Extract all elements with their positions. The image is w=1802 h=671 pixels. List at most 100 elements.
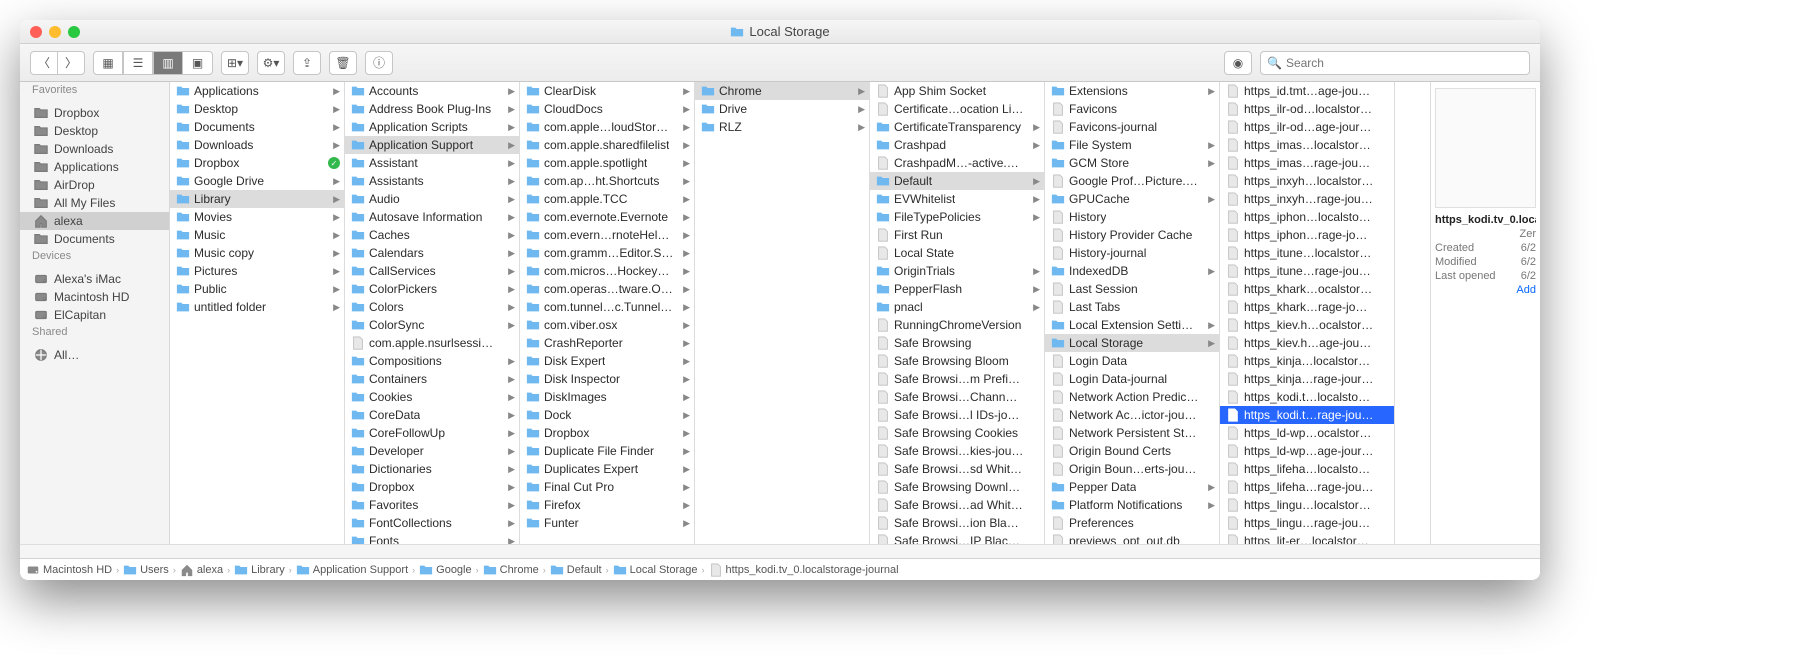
- list-item[interactable]: Safe Browsi…ad Whitelist: [870, 496, 1044, 514]
- list-item[interactable]: com.gramm…Editor.ShipIt▶: [520, 244, 694, 262]
- list-item[interactable]: Accounts▶: [345, 82, 519, 100]
- list-item[interactable]: Address Book Plug-Ins▶: [345, 100, 519, 118]
- list-item[interactable]: CoreFollowUp▶: [345, 424, 519, 442]
- list-item[interactable]: Login Data-journal: [1045, 370, 1219, 388]
- list-item[interactable]: Safe Browsing Cookies: [870, 424, 1044, 442]
- list-item[interactable]: PepperFlash▶: [870, 280, 1044, 298]
- breadcrumb-item[interactable]: alexa: [180, 563, 223, 577]
- list-item[interactable]: com.apple.spotlight▶: [520, 154, 694, 172]
- list-item[interactable]: Calendars▶: [345, 244, 519, 262]
- search-field[interactable]: 🔍: [1260, 51, 1530, 75]
- list-item[interactable]: CoreData▶: [345, 406, 519, 424]
- list-item[interactable]: Compositions▶: [345, 352, 519, 370]
- sidebar-item-elcapitan[interactable]: ElCapitan: [20, 306, 169, 324]
- list-item[interactable]: Audio▶: [345, 190, 519, 208]
- list-item[interactable]: EVWhitelist▶: [870, 190, 1044, 208]
- list-item[interactable]: https_kiev.h…ocalstorage: [1220, 316, 1394, 334]
- sidebar-item-all-[interactable]: All…: [20, 346, 169, 364]
- search-input[interactable]: [1286, 56, 1523, 70]
- list-item[interactable]: https_itune…rage-journal: [1220, 262, 1394, 280]
- action-button[interactable]: ⚙▾: [257, 51, 285, 75]
- list-item[interactable]: Public▶: [170, 280, 344, 298]
- list-item[interactable]: App Shim Socket: [870, 82, 1044, 100]
- list-item[interactable]: Safe Browsi…kies-journal: [870, 442, 1044, 460]
- list-item[interactable]: Caches▶: [345, 226, 519, 244]
- list-item[interactable]: Login Data: [1045, 352, 1219, 370]
- list-item[interactable]: https_lingu…localstorage: [1220, 496, 1394, 514]
- list-item[interactable]: Safe Browsi…IP Blacklist: [870, 532, 1044, 544]
- list-item[interactable]: com.apple.nsurlsessiond: [345, 334, 519, 352]
- list-item[interactable]: com.viber.osx▶: [520, 316, 694, 334]
- list-item[interactable]: https_iphon…rage-journal: [1220, 226, 1394, 244]
- quicklook-button[interactable]: ◉: [1224, 51, 1252, 75]
- list-item[interactable]: GPUCache▶: [1045, 190, 1219, 208]
- list-item[interactable]: DiskImages▶: [520, 388, 694, 406]
- list-item[interactable]: RLZ▶: [695, 118, 869, 136]
- list-item[interactable]: Last Session: [1045, 280, 1219, 298]
- list-item[interactable]: CloudDocs▶: [520, 100, 694, 118]
- list-item[interactable]: Safe Browsing: [870, 334, 1044, 352]
- list-item[interactable]: previews_opt_out.db: [1045, 532, 1219, 544]
- list-item[interactable]: Default▶: [870, 172, 1044, 190]
- list-item[interactable]: FontCollections▶: [345, 514, 519, 532]
- list-item[interactable]: Disk Expert▶: [520, 352, 694, 370]
- list-item[interactable]: First Run: [870, 226, 1044, 244]
- list-item[interactable]: Application Support▶: [345, 136, 519, 154]
- list-item[interactable]: Last Tabs: [1045, 298, 1219, 316]
- list-item[interactable]: https_iphon…localstorage: [1220, 208, 1394, 226]
- list-item[interactable]: Pictures▶: [170, 262, 344, 280]
- list-item[interactable]: com.evern…rnoteHelper▶: [520, 226, 694, 244]
- sidebar-item-downloads[interactable]: Downloads: [20, 140, 169, 158]
- list-item[interactable]: Local State: [870, 244, 1044, 262]
- list-item[interactable]: RunningChromeVersion: [870, 316, 1044, 334]
- minimize-icon[interactable]: [49, 26, 61, 38]
- list-item[interactable]: com.apple.TCC▶: [520, 190, 694, 208]
- horizontal-scrollbar[interactable]: [20, 544, 1540, 558]
- list-item[interactable]: FileTypePolicies▶: [870, 208, 1044, 226]
- list-item[interactable]: Dropbox✓: [170, 154, 344, 172]
- forward-button[interactable]: 〉: [58, 51, 85, 75]
- list-item[interactable]: Duplicate File Finder▶: [520, 442, 694, 460]
- share-button[interactable]: ⇪: [293, 51, 321, 75]
- arrange-button[interactable]: ⊞▾: [221, 51, 249, 75]
- list-item[interactable]: https_lingu…rage-journal: [1220, 514, 1394, 532]
- list-item[interactable]: Platform Notifications▶: [1045, 496, 1219, 514]
- list-item[interactable]: History-journal: [1045, 244, 1219, 262]
- add-tags-link[interactable]: Add: [1516, 284, 1536, 296]
- list-item[interactable]: https_inxyh…localstorage: [1220, 172, 1394, 190]
- list-item[interactable]: https_ld-wp…ocalstorage: [1220, 424, 1394, 442]
- sidebar-item-alexa-s-imac[interactable]: Alexa's iMac: [20, 270, 169, 288]
- list-item[interactable]: Dropbox▶: [345, 478, 519, 496]
- breadcrumb-item[interactable]: https_kodi.tv_0.localstorage-journal: [709, 563, 899, 577]
- list-item[interactable]: Final Cut Pro▶: [520, 478, 694, 496]
- list-item[interactable]: Desktop▶: [170, 100, 344, 118]
- list-item[interactable]: ClearDisk▶: [520, 82, 694, 100]
- list-item[interactable]: Dropbox▶: [520, 424, 694, 442]
- list-item[interactable]: CrashpadM…-active.pma: [870, 154, 1044, 172]
- list-item[interactable]: com.apple…loudStorage▶: [520, 118, 694, 136]
- list-item[interactable]: Safe Browsing Download: [870, 478, 1044, 496]
- list-item[interactable]: Network Persistent State: [1045, 424, 1219, 442]
- list-item[interactable]: com.micros…HockeyApp▶: [520, 262, 694, 280]
- breadcrumb-item[interactable]: Users: [123, 563, 169, 577]
- list-item[interactable]: Dock▶: [520, 406, 694, 424]
- list-item[interactable]: Assistants▶: [345, 172, 519, 190]
- list-item[interactable]: https_lifeha…localstorage: [1220, 460, 1394, 478]
- list-item[interactable]: Duplicates Expert▶: [520, 460, 694, 478]
- list-item[interactable]: Google Drive▶: [170, 172, 344, 190]
- list-item[interactable]: Autosave Information▶: [345, 208, 519, 226]
- list-item[interactable]: Favorites▶: [345, 496, 519, 514]
- list-item[interactable]: ColorPickers▶: [345, 280, 519, 298]
- list-item[interactable]: Developer▶: [345, 442, 519, 460]
- list-item[interactable]: Firefox▶: [520, 496, 694, 514]
- list-item[interactable]: https_lit-er…localstorage: [1220, 532, 1394, 544]
- list-item[interactable]: https_khark…rage-journal: [1220, 298, 1394, 316]
- view-list-button[interactable]: ☰: [123, 51, 153, 75]
- list-item[interactable]: com.tunnel…c.TunnelBear▶: [520, 298, 694, 316]
- sidebar-item-documents[interactable]: Documents: [20, 230, 169, 248]
- list-item[interactable]: https_kiev.h…age-journal: [1220, 334, 1394, 352]
- list-item[interactable]: Safe Browsi…l IDs-journal: [870, 406, 1044, 424]
- list-item[interactable]: Applications▶: [170, 82, 344, 100]
- list-item[interactable]: Network Ac…ictor-journal: [1045, 406, 1219, 424]
- list-item[interactable]: OriginTrials▶: [870, 262, 1044, 280]
